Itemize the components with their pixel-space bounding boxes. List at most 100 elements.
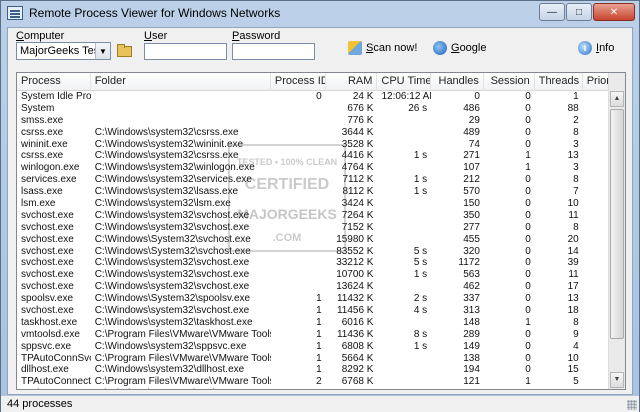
table-row[interactable]: svchost.exe C:\Windows\System32\svchost.e…	[17, 246, 625, 258]
cell-handles: 29	[468, 114, 480, 126]
user-input[interactable]	[144, 43, 227, 60]
table-row[interactable]: TPAutoConnSvc.exeC:\Program Files\VMware…	[17, 353, 625, 365]
cell-process: csrss.exe	[21, 126, 64, 138]
resize-grip-icon[interactable]	[627, 400, 637, 410]
cell-session: 0	[525, 198, 531, 210]
cell-handles: 277	[463, 221, 480, 233]
cell-threads: 2	[573, 114, 579, 126]
cell-ram: 11432 K	[336, 293, 374, 305]
table-row[interactable]: services.exe C:\Windows\system32\services…	[17, 174, 625, 186]
cell-ram: 5664 K	[341, 352, 374, 364]
minimize-icon: —	[547, 6, 557, 18]
minimize-button[interactable]: —	[539, 3, 565, 21]
table-row[interactable]: svchost.exe C:\Windows\system32\svchost.e…	[17, 305, 625, 317]
column-header-session[interactable]: Session	[484, 73, 535, 91]
cell-folder: C:\Windows\system32\svchost.exe	[94, 269, 250, 281]
cell-handles: 455	[463, 233, 480, 245]
cell-process-id	[271, 186, 326, 198]
cell-threads: 20	[567, 233, 579, 245]
list-body: System Idle Process024 K12:06:12 AM0010S…	[17, 91, 625, 389]
scan-icon	[348, 41, 362, 55]
table-row[interactable]: csrss.exe C:\Windows\system32\csrss.exe 36…	[17, 127, 625, 139]
cell-handles: 149	[463, 340, 480, 352]
table-row[interactable]: svchost.exe C:\Windows\system32\svchost.e…	[17, 210, 625, 222]
scroll-up-icon[interactable]: ▲	[610, 91, 624, 107]
cell-session: 1	[525, 162, 531, 174]
cell-threads: 8	[573, 174, 579, 186]
cell-ram: 4416 K	[341, 150, 374, 162]
column-header-threads[interactable]: Threads	[535, 73, 583, 91]
cell-process-id	[271, 162, 326, 174]
cell-folder: C:\Windows\system32\lsm.exe	[94, 198, 231, 210]
scan-now-button[interactable]: Scan now!	[348, 41, 417, 55]
table-row[interactable]: sppsvc.exe C:\Windows\system32\sppsvc.exe…	[17, 341, 625, 353]
table-row[interactable]: vmtoolsd.exe C:\Program Files\VMware\VMwa…	[17, 329, 625, 341]
column-header-handles[interactable]: Handles	[431, 73, 484, 91]
cell-session: 0	[525, 174, 531, 186]
table-row[interactable]: svchost.exe C:\Windows\System32\svchost.e…	[17, 234, 625, 246]
computer-label: Computer	[16, 30, 65, 42]
open-folder-icon[interactable]	[116, 43, 132, 57]
cell-process-id	[271, 246, 326, 258]
column-header-process-id[interactable]: Process ID	[271, 73, 326, 91]
column-header-ram[interactable]: RAM	[326, 73, 378, 91]
cell-ram: 83552 K	[336, 245, 374, 257]
table-row[interactable]: TPAutoConnect.exeC:\Program Files\VMware…	[17, 376, 625, 388]
cell-process: System Idle Process	[21, 91, 91, 102]
table-row[interactable]: conhost.exeC:\Windows\system32\conhost.e…	[17, 388, 625, 389]
cell-handles: 350	[463, 209, 480, 221]
cell-handles: 138	[463, 352, 480, 364]
cell-session: 0	[525, 364, 531, 376]
cell-threads: 88	[567, 102, 579, 114]
cell-ram: 10700 K	[336, 269, 374, 281]
cell-ram: 6016 K	[341, 316, 374, 328]
cell-ram: 676 K	[347, 102, 374, 114]
password-input[interactable]	[232, 43, 315, 60]
close-button[interactable]: ✕	[593, 3, 635, 21]
scroll-down-icon[interactable]: ▼	[610, 372, 624, 388]
maximize-button[interactable]: □	[566, 3, 592, 21]
cell-cpu-time: 5 s	[413, 245, 428, 257]
process-list[interactable]: Process Folder Process ID RAM CPU Time H…	[16, 72, 626, 390]
table-row[interactable]: spoolsv.exe C:\Windows\System32\spoolsv.e…	[17, 293, 625, 305]
cell-process-id: 1	[316, 316, 322, 328]
cell-handles: 313	[463, 305, 480, 317]
table-row[interactable]: taskhost.exe C:\Windows\system32\taskhost…	[17, 317, 625, 329]
table-row[interactable]: smss.exe776 K290211	[17, 115, 625, 127]
table-row[interactable]: dllhost.exe C:\Windows\system32\dllhost.e…	[17, 364, 625, 376]
cell-session: 0	[525, 305, 531, 317]
scrollbar-thumb[interactable]	[610, 109, 624, 339]
table-row[interactable]: System Idle Process024 K12:06:12 AM0010	[17, 91, 625, 103]
cell-ram: 776 K	[347, 114, 374, 126]
table-row[interactable]: lsm.exe C:\Windows\system32\lsm.exe 3424 K…	[17, 198, 625, 210]
table-row[interactable]: svchost.exe C:\Windows\system32\svchost.e…	[17, 281, 625, 293]
table-row[interactable]: svchost.exe C:\Windows\system32\svchost.e…	[17, 222, 625, 234]
cell-session: 0	[525, 233, 531, 245]
computer-select[interactable]: MajorGeeks Test ▼	[16, 42, 111, 60]
vertical-scrollbar[interactable]: ▲ ▼	[608, 73, 625, 389]
column-header-cpu-time[interactable]: CPU Time	[377, 73, 432, 91]
cell-threads: 11	[568, 209, 579, 221]
info-button[interactable]: i Info	[578, 41, 614, 55]
table-row[interactable]: svchost.exe C:\Windows\system32\svchost.e…	[17, 269, 625, 281]
cell-session: 0	[525, 328, 531, 340]
cell-session: 0	[525, 209, 531, 221]
cell-session: 0	[525, 91, 531, 102]
cell-session: 1	[525, 376, 531, 388]
table-row[interactable]: lsass.exe C:\Windows\system32\lsass.exe 81…	[17, 186, 625, 198]
title-bar[interactable]: Remote Process Viewer for Windows Networ…	[1, 1, 639, 25]
chevron-down-icon[interactable]: ▼	[95, 43, 110, 59]
table-row[interactable]: System676 K26 s4860888	[17, 103, 625, 115]
column-header-process[interactable]: Process	[17, 73, 91, 91]
table-row[interactable]: svchost.exe C:\Windows\system32\svchost.e…	[17, 257, 625, 269]
google-button[interactable]: Google	[433, 41, 486, 55]
column-header-folder[interactable]: Folder	[91, 73, 271, 91]
cell-folder: C:\Program Files\VMware\VMware Tools\TPA…	[94, 352, 271, 364]
table-row[interactable]: winlogon.exe C:\Windows\system32\winlogon…	[17, 162, 625, 174]
cell-process: svchost.exe	[21, 233, 74, 245]
cell-folder: C:\Windows\system32\taskhost.exe	[94, 316, 253, 328]
table-row[interactable]: csrss.exe C:\Windows\system32\csrss.exe 44…	[17, 150, 625, 162]
table-row[interactable]: wininit.exe C:\Windows\system32\wininit.e…	[17, 139, 625, 151]
cell-handles: 150	[463, 198, 480, 210]
cell-ram: 7112 K	[342, 174, 374, 186]
